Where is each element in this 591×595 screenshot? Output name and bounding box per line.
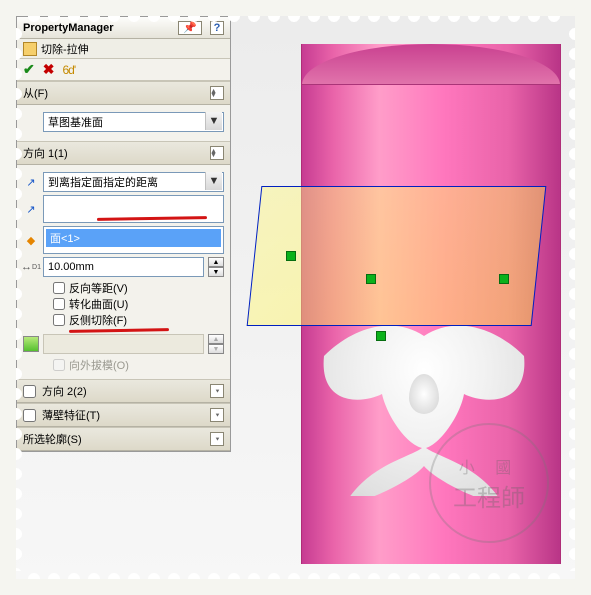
offset-distance-input[interactable] <box>43 257 204 277</box>
group-from-label: 从(F) <box>23 85 48 101</box>
feature-name-row: 切除-拉伸 <box>17 39 230 59</box>
ok-button[interactable]: ✔ <box>23 61 35 78</box>
draft-up-button: ▲ <box>208 334 224 344</box>
drag-handle[interactable] <box>499 274 509 284</box>
flip-side-checkbox[interactable] <box>53 314 65 326</box>
drag-handle[interactable] <box>366 274 376 284</box>
from-plane-select[interactable]: 草图基准面 <box>43 112 224 132</box>
property-manager-panel: PropertyManager 📌 ? 切除-拉伸 ✔ ✖ 6d' 从(F) 草… <box>16 16 231 452</box>
draft-angle-input <box>43 334 204 354</box>
face-selection-listbox[interactable]: 面<1> <box>43 226 224 254</box>
group-from-header[interactable]: 从(F) <box>17 82 230 105</box>
draft-down-button: ▼ <box>208 344 224 354</box>
from-plane-value: 草图基准面 <box>43 112 224 132</box>
cut-extrude-icon <box>23 42 37 56</box>
group-contours-header[interactable]: 所选轮廓(S) <box>17 428 230 451</box>
group-direction1: 方向 1(1) ↗ 到离指定面指定的距离 ↗ ◆ 面<1> ↔D1 <box>17 141 230 379</box>
cancel-button[interactable]: ✖ <box>43 61 55 78</box>
reverse-offset-label: 反向等距(V) <box>69 280 128 296</box>
expand-icon[interactable] <box>210 408 224 422</box>
group-direction2-header[interactable]: 方向 2(2) <box>17 380 230 403</box>
offset-down-button[interactable]: ▼ <box>208 267 224 277</box>
draft-outward-label: 向外拔模(O) <box>69 357 129 373</box>
expand-icon[interactable] <box>210 432 224 446</box>
draft-icon[interactable] <box>23 336 39 352</box>
translate-surface-label: 转化曲面(U) <box>69 296 128 312</box>
group-contours: 所选轮廓(S) <box>17 427 230 451</box>
expand-icon[interactable] <box>210 384 224 398</box>
direction2-enable-checkbox[interactable] <box>23 385 36 398</box>
draft-outward-checkbox <box>53 359 65 371</box>
end-condition-select[interactable]: 到离指定面指定的距离 <box>43 172 224 192</box>
feature-name: 切除-拉伸 <box>41 41 89 57</box>
collapse-icon[interactable] <box>210 146 224 160</box>
translate-surface-checkbox[interactable] <box>53 298 65 310</box>
confirm-toolbar: ✔ ✖ 6d' <box>17 59 230 81</box>
group-contours-label: 所选轮廓(S) <box>23 431 82 447</box>
group-direction2: 方向 2(2) <box>17 379 230 403</box>
reverse-direction-icon[interactable]: ↗ <box>23 174 39 190</box>
end-condition-value: 到离指定面指定的距离 <box>43 172 224 192</box>
model-nose <box>409 374 439 414</box>
group-direction1-header[interactable]: 方向 1(1) <box>17 142 230 165</box>
group-thin-label: 薄壁特征(T) <box>42 407 100 423</box>
drag-handle[interactable] <box>376 331 386 341</box>
offset-up-button[interactable]: ▲ <box>208 257 224 267</box>
group-thin-header[interactable]: 薄壁特征(T) <box>17 404 230 427</box>
selected-face[interactable]: 面<1> <box>46 229 221 247</box>
face-select-icon[interactable]: ◆ <box>23 232 39 248</box>
help-button[interactable]: ? <box>210 21 224 35</box>
group-direction2-label: 方向 2(2) <box>42 383 87 399</box>
offset-dimension-icon: ↔D1 <box>23 259 39 275</box>
pin-toggle[interactable]: 📌 <box>178 21 202 35</box>
thin-enable-checkbox[interactable] <box>23 409 36 422</box>
panel-titlebar: PropertyManager 📌 ? <box>17 17 230 39</box>
flip-side-label: 反侧切除(F) <box>69 312 127 328</box>
drag-handle[interactable] <box>286 251 296 261</box>
collapse-icon[interactable] <box>210 86 224 100</box>
reverse-offset-checkbox[interactable] <box>53 282 65 294</box>
group-direction1-label: 方向 1(1) <box>23 145 68 161</box>
panel-title: PropertyManager <box>23 22 113 34</box>
direction-vector-icon[interactable]: ↗ <box>23 201 39 217</box>
group-thin-feature: 薄壁特征(T) <box>17 403 230 427</box>
group-from: 从(F) 草图基准面 <box>17 81 230 141</box>
detail-preview-button[interactable]: 6d' <box>62 63 75 77</box>
